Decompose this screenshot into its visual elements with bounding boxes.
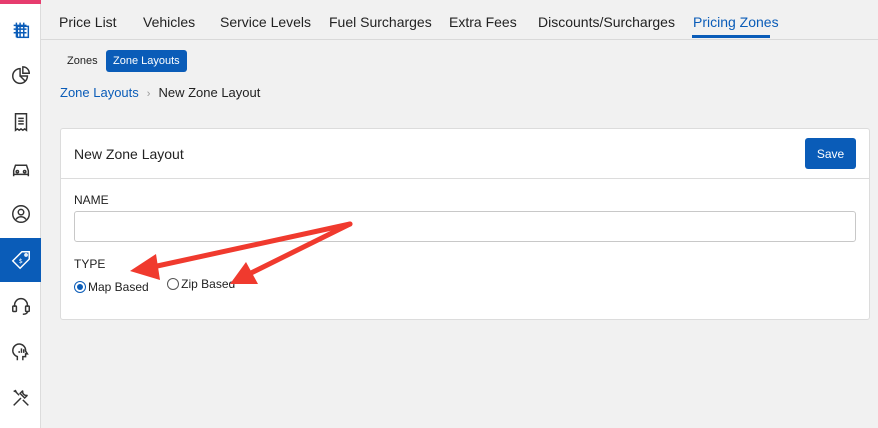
radio-map-based-label: Map Based	[88, 280, 149, 294]
breadcrumb-current: New Zone Layout	[158, 85, 261, 100]
radio-zip-based-circle[interactable]	[167, 278, 180, 290]
breadcrumb-separator: ›	[146, 88, 151, 100]
price-tag-icon[interactable]: $	[0, 238, 41, 282]
card-header: New Zone Layout Save	[61, 129, 869, 179]
tab-vehicles[interactable]: Vehicles	[143, 14, 195, 30]
brain-chart-icon[interactable]	[0, 330, 41, 374]
breadcrumb-zone-layouts-link[interactable]: Zone Layouts	[60, 85, 139, 100]
sidebar-accent-bar	[0, 0, 41, 4]
active-tab-indicator	[692, 35, 770, 38]
radio-zip-based-label: Zip Based	[181, 277, 236, 291]
svg-text:$: $	[18, 257, 22, 265]
radio-zip-based[interactable]: Zip Based	[167, 277, 235, 291]
headset-icon[interactable]	[0, 284, 41, 328]
radio-map-based-circle[interactable]	[74, 281, 86, 293]
car-icon[interactable]	[0, 146, 41, 190]
name-input[interactable]	[74, 211, 856, 242]
tab-service-levels[interactable]: Service Levels	[220, 14, 311, 30]
type-radio-group: Map Based Zip Based	[74, 277, 249, 295]
user-circle-icon[interactable]	[0, 192, 41, 236]
save-button[interactable]: Save	[805, 138, 856, 169]
name-label: NAME	[74, 193, 109, 207]
subtab-zone-layouts[interactable]: Zone Layouts	[106, 50, 187, 72]
subtab-zones[interactable]: Zones	[60, 50, 105, 72]
pie-chart-icon[interactable]	[0, 54, 41, 98]
receipt-icon[interactable]	[0, 100, 41, 144]
type-label: TYPE	[74, 257, 106, 271]
zone-layout-form-card: New Zone Layout Save NAME TYPE Map Based…	[60, 128, 870, 320]
pricing-tabs: Price List Vehicles Service Levels Fuel …	[41, 0, 878, 40]
tab-fuel-surcharges[interactable]: Fuel Surcharges	[329, 14, 432, 30]
radio-map-based[interactable]: Map Based	[74, 280, 149, 294]
breadcrumb: Zone Layouts › New Zone Layout	[60, 85, 260, 100]
tools-icon[interactable]	[0, 376, 41, 420]
form-title: New Zone Layout	[74, 146, 184, 162]
tab-pricing-zones[interactable]: Pricing Zones	[693, 14, 779, 30]
logo-icon[interactable]	[0, 8, 41, 52]
tab-extra-fees[interactable]: Extra Fees	[449, 14, 517, 30]
tab-discounts-surcharges[interactable]: Discounts/Surcharges	[538, 14, 675, 30]
tab-price-list[interactable]: Price List	[59, 14, 117, 30]
sidebar: $	[0, 0, 41, 428]
main-content: Price List Vehicles Service Levels Fuel …	[41, 0, 878, 428]
